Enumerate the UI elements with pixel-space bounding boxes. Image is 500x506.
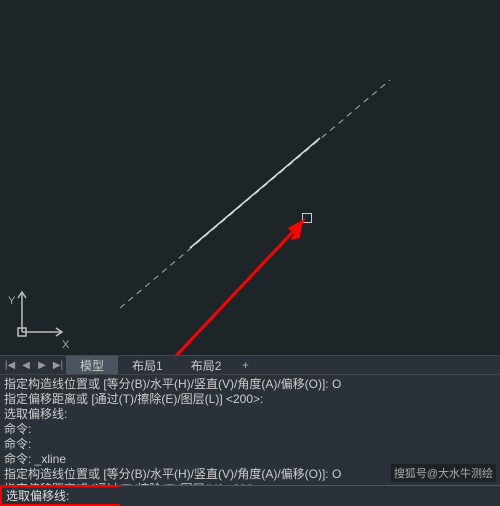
history-line: 指定偏移距离或 [通过(T)/擦除(E)/图层(L)] <200>:: [4, 392, 496, 407]
history-line: 选取偏移线:: [4, 407, 496, 422]
nav-last-icon[interactable]: ▶|: [50, 356, 66, 374]
add-layout-button[interactable]: +: [235, 358, 255, 372]
ucs-y-label: Y: [8, 295, 15, 307]
tab-layout1[interactable]: 布局1: [118, 356, 177, 374]
tab-layout2[interactable]: 布局2: [177, 356, 236, 374]
drawing-content: [0, 0, 500, 355]
pick-cursor: [302, 213, 312, 223]
history-line: 指定构造线位置或 [等分(B)/水平(H)/竖直(V)/角度(A)/偏移(O)]…: [4, 377, 496, 392]
tab-model[interactable]: 模型: [66, 356, 118, 374]
nav-next-icon[interactable]: ▶: [34, 356, 50, 374]
history-line: 命令:: [4, 437, 496, 452]
command-input[interactable]: [120, 485, 500, 506]
command-prompt-text: 选取偏移线:: [6, 487, 69, 504]
watermark: 搜狐号@大水牛测绘: [391, 464, 496, 482]
command-prompt[interactable]: 选取偏移线:: [0, 485, 120, 506]
layout-tab-bar: |◀ ◀ ▶ ▶| 模型 布局1 布局2 +: [0, 355, 500, 375]
drawing-canvas[interactable]: Y X: [0, 0, 500, 355]
nav-prev-icon[interactable]: ◀: [18, 356, 34, 374]
history-line: 命令:: [4, 422, 496, 437]
ucs-x-label: X: [62, 339, 69, 351]
nav-first-icon[interactable]: |◀: [2, 356, 18, 374]
ucs-icon: [10, 284, 70, 347]
